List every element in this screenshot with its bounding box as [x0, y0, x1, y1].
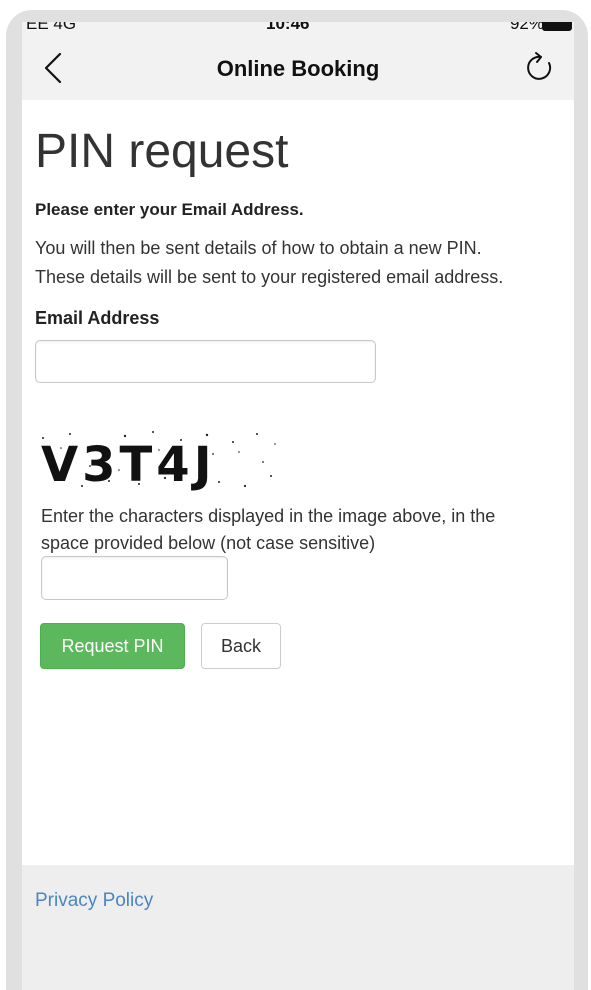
instruction-heading: Please enter your Email Address. — [35, 200, 304, 219]
instruction-line: You will then be sent details of how to … — [35, 238, 482, 258]
clock: 10:46 — [266, 22, 310, 33]
status-bar: EE 4G 10:46 92% — [22, 22, 574, 36]
instruction-text: You will then be sent details of how to … — [35, 234, 555, 292]
battery-icon — [542, 22, 572, 31]
privacy-policy-link[interactable]: Privacy Policy — [35, 890, 153, 912]
captcha-image: V3T4J — [35, 426, 281, 496]
app-screen: EE 4G 10:46 92% Online Booking PIN reque… — [22, 22, 574, 990]
captcha-characters: V3T4J — [41, 437, 216, 493]
instruction-line: These details will be sent to your regis… — [35, 267, 504, 287]
nav-bar: Online Booking — [22, 36, 574, 100]
captcha-instructions: Enter the characters displayed in the im… — [41, 503, 551, 557]
captcha-input[interactable] — [41, 556, 228, 600]
nav-title: Online Booking — [216, 56, 380, 81]
page-title: PIN request — [35, 125, 289, 178]
battery-percent: 92% — [509, 22, 544, 33]
captcha-instruction-line: Enter the characters displayed in the im… — [41, 506, 496, 526]
email-field[interactable] — [35, 340, 376, 383]
captcha-instruction-line: space provided below (not case sensitive… — [41, 533, 376, 553]
footer: Privacy Policy — [22, 865, 574, 990]
email-label: Email Address — [35, 308, 160, 328]
refresh-icon — [527, 52, 552, 80]
request-pin-button[interactable]: Request PIN — [40, 623, 185, 669]
refresh-button[interactable] — [522, 50, 558, 86]
back-button[interactable]: Back — [201, 623, 281, 669]
carrier-label: EE 4G — [26, 22, 77, 33]
